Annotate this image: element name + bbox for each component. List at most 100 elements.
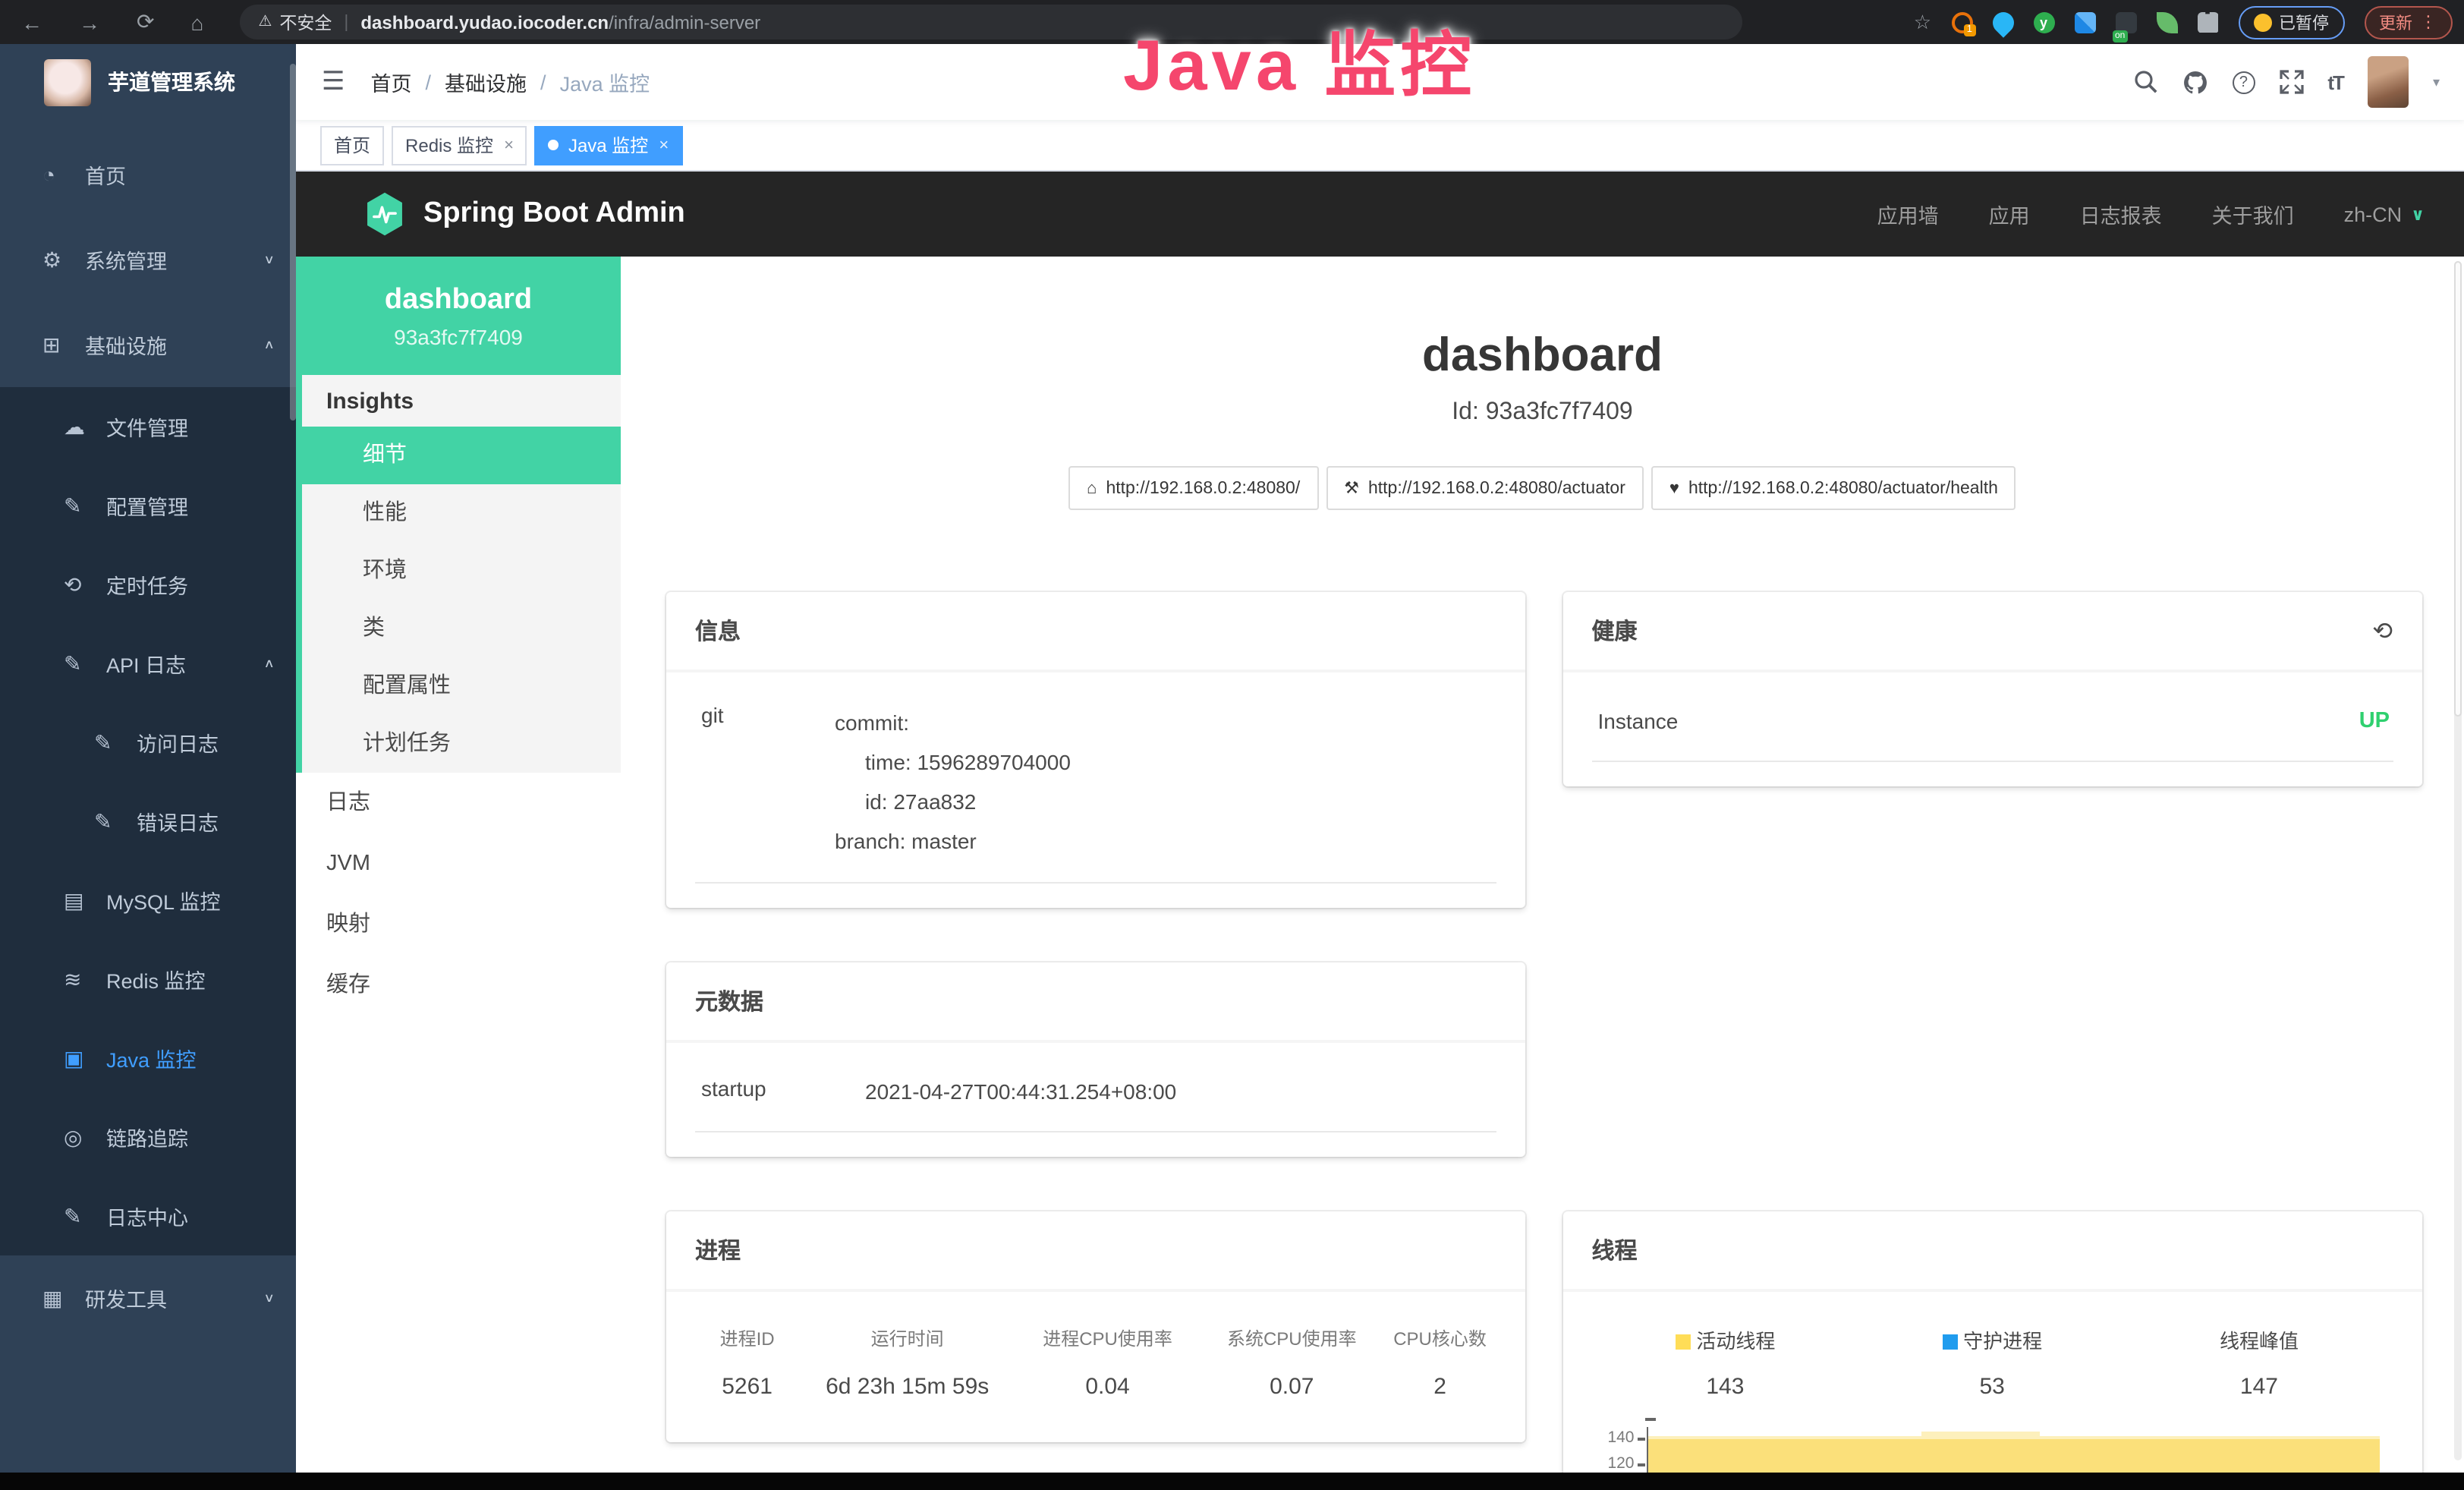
sba-menu-metrics[interactable]: 性能 bbox=[302, 484, 621, 542]
screen: ← → ⟳ ⌂ ⚠ 不安全 | dashboard.yudao.iocoder.… bbox=[0, 0, 2464, 1490]
switch-extension-icon[interactable]: on bbox=[2115, 11, 2136, 33]
close-icon[interactable]: × bbox=[504, 136, 514, 154]
service-url-button[interactable]: ⌂ http://192.168.0.2:48080/ bbox=[1068, 466, 1318, 510]
process-table: 进程ID5261 运行时间6d 23h 15m 59s 进程CPU使用率0.04… bbox=[695, 1325, 1496, 1418]
scrollbar-thumb[interactable] bbox=[2453, 261, 2461, 717]
log-edit-icon: ✎ bbox=[94, 808, 131, 834]
sba-menu-jvm[interactable]: JVM bbox=[296, 833, 621, 894]
server-icon: ▤ bbox=[64, 887, 100, 913]
sidebar-item-config[interactable]: ✎ 配置管理 bbox=[0, 466, 296, 545]
close-icon[interactable]: × bbox=[659, 136, 669, 154]
search-icon[interactable] bbox=[2133, 70, 2157, 94]
sba-instance-block[interactable]: dashboard 93a3fc7f7409 bbox=[296, 257, 621, 375]
metadata-value: 2021-04-27T00:44:31.254+08:00 bbox=[865, 1076, 1496, 1107]
sidebar-item-access-log[interactable]: ✎ 访问日志 bbox=[0, 703, 296, 782]
paused-pill[interactable]: 已暂停 bbox=[2238, 5, 2344, 39]
avatar-caret-icon[interactable]: ▾ bbox=[2433, 74, 2440, 90]
sba-menu-configprops[interactable]: 配置属性 bbox=[302, 657, 621, 715]
tab-home[interactable]: 首页 bbox=[320, 125, 384, 165]
sidebar-item-infra[interactable]: ⊞ 基础设施 ∧ bbox=[0, 302, 296, 387]
health-url-button[interactable]: ♥ http://192.168.0.2:48080/actuator/heal… bbox=[1651, 466, 2016, 510]
breadcrumb-separator: / bbox=[426, 71, 432, 93]
sba-nav-about[interactable]: 关于我们 bbox=[2212, 199, 2294, 229]
insights-title: Insights bbox=[302, 375, 621, 427]
breadcrumb: 首页 / 基础设施 / Java 监控 bbox=[371, 67, 650, 97]
chevron-up-icon: ∧ bbox=[263, 338, 275, 351]
breadcrumb-home[interactable]: 首页 bbox=[371, 67, 412, 97]
pin-extension-icon[interactable] bbox=[1987, 7, 2018, 37]
leaf-extension-icon[interactable] bbox=[2156, 11, 2177, 33]
update-button[interactable]: 更新 ⋮ bbox=[2364, 5, 2452, 39]
app-logo[interactable]: 芋道管理系统 bbox=[0, 44, 296, 120]
bookmark-star-icon[interactable]: ☆ bbox=[1914, 10, 1931, 34]
sba-brand[interactable]: Spring Boot Admin bbox=[364, 191, 685, 237]
bottom-letterbox bbox=[0, 1472, 2464, 1490]
font-size-icon[interactable]: tT bbox=[2327, 71, 2343, 93]
status-badge: UP bbox=[2359, 709, 2393, 733]
sba-nav-applications[interactable]: 应用 bbox=[1989, 199, 2030, 229]
log-edit-icon: ✎ bbox=[64, 1203, 100, 1229]
browser-extension-icon[interactable]: 1 bbox=[1951, 11, 1972, 33]
address-bar[interactable]: ⚠ 不安全 | dashboard.yudao.iocoder.cn /infr… bbox=[240, 5, 1742, 39]
fullscreen-icon[interactable] bbox=[2279, 70, 2303, 94]
sidebar-item-system[interactable]: ⚙ 系统管理 ∨ bbox=[0, 217, 296, 302]
tab-redis-monitor[interactable]: Redis 监控 × bbox=[392, 125, 527, 165]
instance-name: dashboard bbox=[385, 283, 532, 317]
instance-id: 93a3fc7f7409 bbox=[394, 324, 523, 348]
sidebar-item-trace[interactable]: ◎ 链路追踪 bbox=[0, 1098, 296, 1177]
history-icon[interactable]: ⟲ bbox=[2372, 616, 2393, 646]
back-icon[interactable]: ← bbox=[21, 10, 42, 34]
sba-language-select[interactable]: zh-CN ∨ bbox=[2344, 203, 2425, 225]
heartbeat-icon: ♥ bbox=[1669, 479, 1679, 497]
kebab-menu-icon[interactable]: ⋮ bbox=[2420, 12, 2437, 32]
page-title: dashboard bbox=[621, 329, 2464, 381]
sba-menu-scheduled-tasks[interactable]: 计划任务 bbox=[302, 715, 621, 773]
security-label[interactable]: 不安全 bbox=[279, 10, 332, 34]
forward-icon[interactable]: → bbox=[79, 10, 100, 34]
reload-icon[interactable]: ⟳ bbox=[137, 9, 154, 35]
emoji-face-icon bbox=[2253, 13, 2271, 31]
tab-java-monitor[interactable]: Java 监控 × bbox=[535, 125, 682, 165]
legend-blue-swatch bbox=[1942, 1334, 1957, 1350]
url-host: dashboard.yudao.iocoder.cn bbox=[360, 11, 609, 33]
sidebar-item-file[interactable]: ☁ 文件管理 bbox=[0, 387, 296, 466]
page-scrollbar[interactable] bbox=[2453, 261, 2461, 1460]
user-avatar[interactable] bbox=[2368, 56, 2409, 108]
sidebar-item-job[interactable]: ⟲ 定时任务 bbox=[0, 545, 296, 624]
sba-menu-environment[interactable]: 环境 bbox=[302, 542, 621, 600]
info-key: git bbox=[695, 703, 835, 861]
info-git-row: git commit: time: 1596289704000 id: 27aa… bbox=[695, 682, 1496, 884]
sba-menu-mappings[interactable]: 映射 bbox=[296, 894, 621, 955]
grid-extension-icon[interactable] bbox=[2074, 11, 2095, 33]
sba-logo-icon bbox=[364, 191, 405, 237]
breadcrumb-infra[interactable]: 基础设施 bbox=[445, 67, 527, 97]
sba-menu-logfile[interactable]: 日志 bbox=[296, 773, 621, 833]
extension-badge: 1 bbox=[1964, 24, 1975, 36]
chevron-down-icon: ∨ bbox=[2411, 204, 2425, 224]
help-icon[interactable]: ? bbox=[2232, 71, 2255, 93]
github-icon[interactable] bbox=[2182, 69, 2208, 95]
extensions-puzzle-icon[interactable] bbox=[2197, 11, 2218, 33]
sidebar-item-home[interactable]: ◔ 首页 bbox=[0, 132, 296, 217]
sba-nav-wallboard[interactable]: 应用墙 bbox=[1877, 199, 1939, 229]
home-icon: ⌂ bbox=[1087, 479, 1097, 497]
sidebar-item-error-log[interactable]: ✎ 错误日志 bbox=[0, 782, 296, 861]
health-instance-row[interactable]: Instance UP bbox=[1592, 682, 2393, 762]
breadcrumb-separator: / bbox=[540, 71, 546, 93]
sidebar-item-java[interactable]: ▣ Java 监控 bbox=[0, 1019, 296, 1098]
sba-menu-classes[interactable]: 类 bbox=[302, 600, 621, 657]
legend-yellow-swatch bbox=[1675, 1334, 1690, 1350]
sidebar-scrollbar[interactable] bbox=[290, 64, 296, 421]
sidebar-item-log-center[interactable]: ✎ 日志中心 bbox=[0, 1177, 296, 1255]
sba-menu-caches[interactable]: 缓存 bbox=[296, 955, 621, 1016]
actuator-url-button[interactable]: ⚒ http://192.168.0.2:48080/actuator bbox=[1326, 466, 1644, 510]
home-icon[interactable]: ⌂ bbox=[190, 10, 203, 34]
sidebar-item-api-log[interactable]: ✎ API 日志 ∧ bbox=[0, 624, 296, 703]
hamburger-icon[interactable]: ☰ bbox=[322, 67, 345, 97]
sba-menu-details[interactable]: 细节 bbox=[302, 427, 621, 484]
sidebar-item-redis[interactable]: ≋ Redis 监控 bbox=[0, 940, 296, 1019]
sidebar-item-mysql[interactable]: ▤ MySQL 监控 bbox=[0, 861, 296, 940]
sba-nav-journal[interactable]: 日志报表 bbox=[2080, 199, 2162, 229]
sidebar-item-dev-tool[interactable]: ▦ 研发工具 ∨ bbox=[0, 1255, 296, 1340]
green-extension-icon[interactable]: y bbox=[2033, 11, 2054, 33]
